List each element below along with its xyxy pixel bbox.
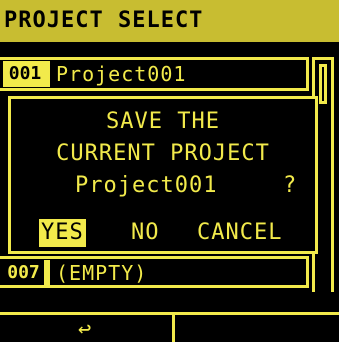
cancel-button[interactable]: CANCEL: [195, 219, 284, 247]
save-project-dialog: SAVE THE CURRENT PROJECT Project001 ? YE…: [8, 96, 318, 254]
dialog-project-name: Project001: [75, 173, 218, 198]
list-item[interactable]: 007 (EMPTY): [0, 256, 320, 290]
no-button[interactable]: NO: [129, 219, 162, 247]
page-title: PROJECT SELECT: [0, 0, 339, 42]
scrollbar-thumb[interactable]: [319, 64, 327, 104]
return-arrow-icon: ↩: [78, 317, 92, 342]
project-number: 001: [3, 61, 47, 87]
project-name: (EMPTY): [47, 260, 296, 286]
dialog-button-row: YES NO CANCEL: [11, 219, 315, 249]
dialog-message-line-1: SAVE THE: [106, 109, 220, 134]
return-button[interactable]: ↩: [0, 312, 175, 342]
lcd-screen: PROJECT SELECT 001 Project001 007 (EMPTY…: [0, 0, 339, 342]
function-slot-empty[interactable]: [175, 312, 339, 342]
function-bar: ↩: [0, 312, 339, 342]
dialog-message-line-2: CURRENT PROJECT: [56, 141, 270, 166]
list-item-selected[interactable]: 001 Project001: [0, 57, 320, 91]
project-number: 007: [3, 260, 47, 286]
question-mark: ?: [283, 173, 297, 198]
project-name: Project001: [47, 61, 296, 87]
yes-button[interactable]: YES: [39, 219, 86, 247]
